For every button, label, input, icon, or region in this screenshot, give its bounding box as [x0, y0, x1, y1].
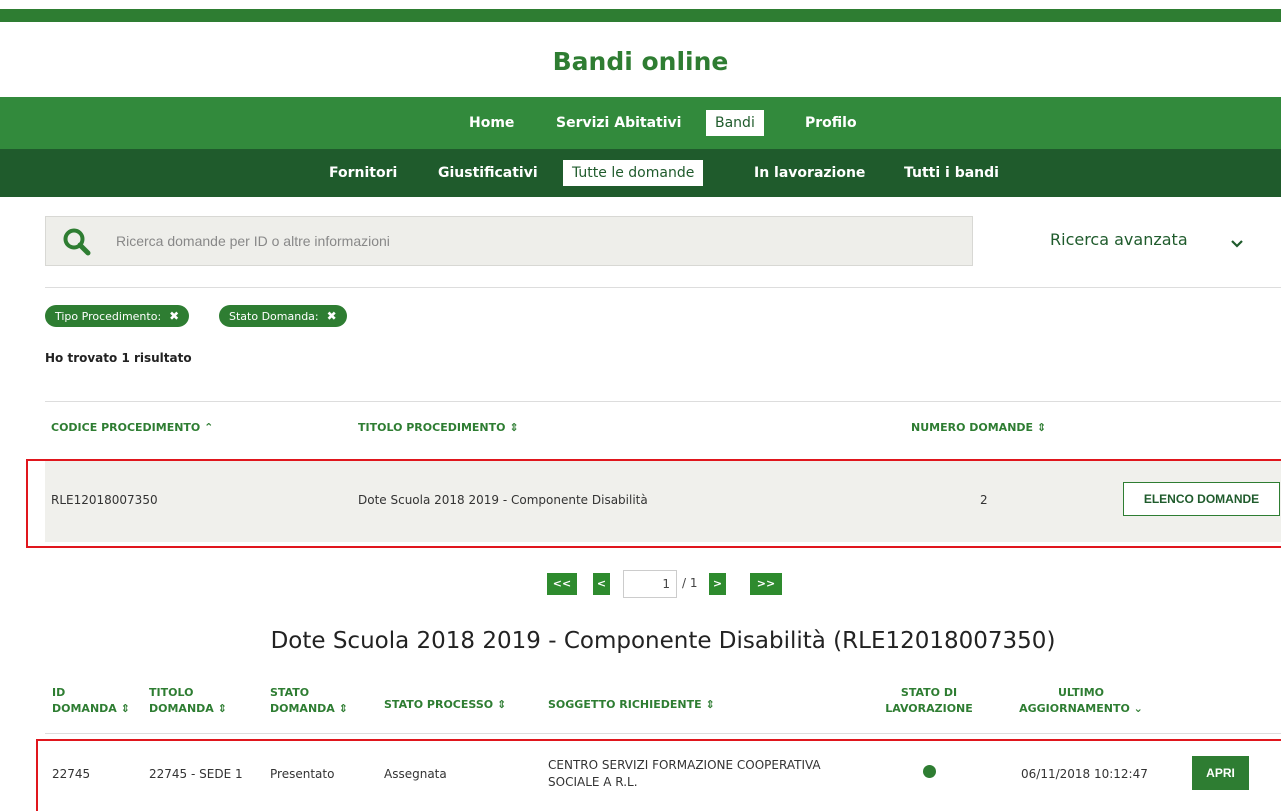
- col-header-ultimo-aggiornamento[interactable]: ULTIMO AGGIORNAMENTO ⌄: [1008, 685, 1154, 717]
- cell-titolo: Dote Scuola 2018 2019 - Componente Disab…: [358, 493, 648, 507]
- nav-tutte-le-domande[interactable]: Tutte le domande: [563, 160, 704, 186]
- nav-servizi-abitativi[interactable]: Servizi Abitativi: [547, 110, 690, 136]
- top-white-strip: [0, 0, 1281, 9]
- nav-in-lavorazione[interactable]: In lavorazione: [745, 160, 874, 186]
- cell-soggetto-richiedente: CENTRO SERVIZI FORMAZIONE COOPERATIVA SO…: [548, 758, 821, 789]
- close-icon[interactable]: ✖: [169, 309, 179, 323]
- nav-tutti-i-bandi[interactable]: Tutti i bandi: [895, 160, 1008, 186]
- close-icon[interactable]: ✖: [327, 309, 337, 323]
- sort-icon: ⇕: [1036, 421, 1047, 434]
- sort-icon: ⇕: [338, 702, 348, 715]
- pagination-last[interactable]: >>: [750, 573, 782, 595]
- filter-chip-label: Stato Domanda:: [229, 310, 319, 323]
- chevron-down-icon: ⌄: [1133, 702, 1143, 715]
- page-title: Bandi online: [552, 47, 729, 76]
- sort-icon: ⇕: [217, 702, 227, 715]
- cell-titolo-domanda: 22745 - SEDE 1: [149, 767, 243, 781]
- sort-icon: ⇕: [496, 698, 507, 711]
- nav-profilo[interactable]: Profilo: [796, 110, 866, 136]
- apri-button[interactable]: APRI: [1192, 756, 1249, 790]
- col-header-codice[interactable]: CODICE PROCEDIMENTO ⌃: [51, 421, 213, 434]
- cell-stato-processo: Assegnata: [384, 767, 447, 781]
- search-input[interactable]: [116, 217, 956, 265]
- cell-stato-domanda: Presentato: [270, 767, 335, 781]
- cell-id-domanda: 22745: [52, 767, 91, 781]
- section-title: Dote Scuola 2018 2019 - Componente Disab…: [270, 628, 1056, 654]
- main-nav: Home Servizi Abitativi Bandi Profilo: [0, 97, 1281, 149]
- pagination-next[interactable]: >: [709, 573, 726, 595]
- pagination-prev[interactable]: <: [593, 573, 610, 595]
- nav-fornitori[interactable]: Fornitori: [320, 160, 406, 186]
- col-header-titolo-domanda[interactable]: TITOLO DOMANDA ⇕: [149, 685, 227, 717]
- nav-giustificativi[interactable]: Giustificativi: [429, 160, 547, 186]
- nav-bandi[interactable]: Bandi: [706, 110, 764, 136]
- cell-ultimo-aggiornamento: 06/11/2018 10:12:47: [1021, 767, 1148, 781]
- filter-chip-stato-domanda[interactable]: Stato Domanda: ✖: [219, 305, 347, 327]
- col-header-soggetto-richiedente[interactable]: SOGGETTO RICHIEDENTE ⇕: [548, 697, 715, 713]
- cell-numero: 2: [980, 493, 988, 507]
- col-header-id-domanda[interactable]: ID DOMANDA ⇕: [52, 685, 130, 717]
- chevron-down-icon[interactable]: [1230, 234, 1244, 253]
- pagination-first[interactable]: <<: [547, 573, 577, 595]
- divider: [45, 287, 1281, 288]
- col-header-stato-processo[interactable]: STATO PROCESSO ⇕: [384, 697, 506, 713]
- pagination-total: / 1: [682, 576, 698, 590]
- search-bar: [45, 216, 973, 266]
- sub-nav: Fornitori Giustificativi Tutte le domand…: [0, 149, 1281, 197]
- sort-icon: ⇕: [705, 698, 715, 711]
- col-header-numero[interactable]: NUMERO DOMANDE ⇕: [911, 421, 1046, 434]
- pagination-page-input[interactable]: 1: [623, 570, 677, 598]
- sort-up-icon: ⌃: [204, 421, 214, 434]
- advanced-search-toggle[interactable]: Ricerca avanzata: [1050, 230, 1188, 249]
- filter-chip-tipo-procedimento[interactable]: Tipo Procedimento: ✖: [45, 305, 190, 327]
- elenco-domande-button[interactable]: ELENCO DOMANDE: [1123, 482, 1280, 516]
- col-header-stato-lavorazione[interactable]: STATO DI LAVORAZIONE: [868, 685, 990, 717]
- table-top-border: [45, 401, 1281, 402]
- col-header-stato-domanda[interactable]: STATO DOMANDA ⇕: [270, 685, 348, 717]
- nav-home[interactable]: Home: [460, 110, 523, 136]
- col-header-titolo[interactable]: TITOLO PROCEDIMENTO ⇕: [358, 421, 519, 434]
- search-icon[interactable]: [62, 227, 92, 261]
- sort-icon: ⇕: [120, 702, 130, 715]
- filter-chip-label: Tipo Procedimento:: [55, 310, 162, 323]
- highlight-box: [26, 459, 1281, 548]
- sort-icon: ⇕: [509, 421, 519, 434]
- cell-codice: RLE12018007350: [51, 493, 158, 507]
- status-dot-icon: [923, 765, 936, 778]
- results-count: Ho trovato 1 risultato: [45, 351, 192, 365]
- divider: [45, 733, 1281, 734]
